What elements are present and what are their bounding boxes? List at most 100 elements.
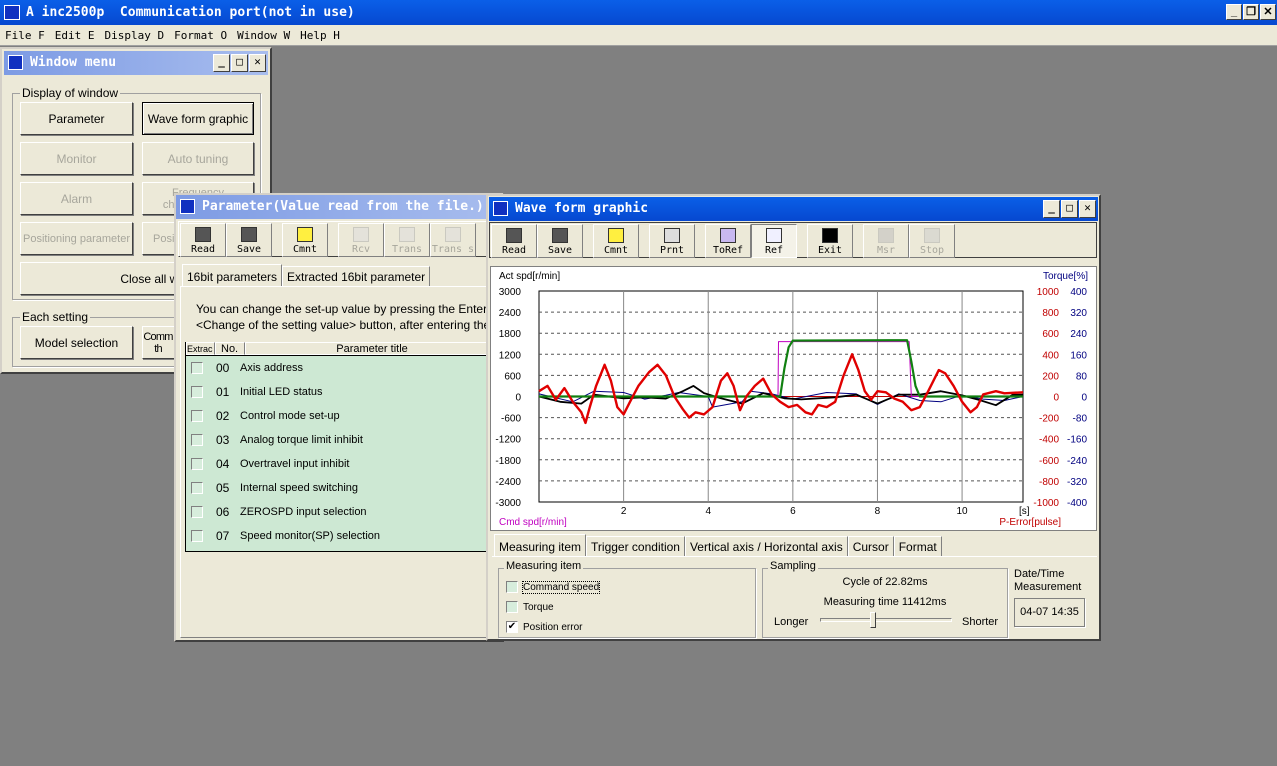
ref-button[interactable]: Ref (751, 224, 797, 258)
column-parameter-title[interactable]: Parameter title (245, 342, 499, 355)
tab-vertical-axis-horizontal-axis[interactable]: Vertical axis / Horizontal axis (684, 536, 848, 557)
restore-button[interactable]: ❐ (1243, 4, 1259, 20)
window-icon (180, 199, 195, 214)
extract-checkbox[interactable] (191, 410, 203, 422)
measuring-item[interactable]: Torque (506, 597, 599, 617)
alarm-button[interactable]: Alarm (20, 182, 133, 215)
cmnt-button[interactable]: Cmnt (282, 223, 328, 257)
pulse-tick-label: -600 (1039, 456, 1059, 467)
toref-button[interactable]: ToRef (705, 224, 751, 258)
read-button[interactable]: Read (491, 224, 537, 258)
tab-measuring-item[interactable]: Measuring item (494, 534, 587, 557)
maximize-button[interactable]: □ (231, 54, 248, 72)
speed-tick-label: -3000 (495, 498, 521, 509)
positioning-parameter-button[interactable]: Positioning parameter (20, 222, 133, 255)
parameter-title: Parameter(Value read from the file.) (202, 199, 484, 214)
column-extract[interactable]: Extrac (186, 342, 215, 355)
measuring-item[interactable]: Command speed (506, 577, 601, 597)
extract-checkbox[interactable] (191, 482, 203, 494)
measuring-item-label: Torque (523, 601, 554, 613)
save-button[interactable]: Save (226, 223, 272, 257)
column-no[interactable]: No. (215, 342, 245, 355)
parameter-list: Extrac No. Parameter title 00 Axis addres… (185, 342, 500, 552)
parameter-title: Analog torque limit inhibit (240, 434, 363, 446)
sampling-slider-thumb[interactable] (870, 612, 877, 628)
extract-checkbox[interactable] (191, 530, 203, 542)
tab-extracted-16bit-parameter[interactable]: Extracted 16bit parameter (282, 266, 431, 287)
extract-checkbox[interactable] (191, 458, 203, 470)
list-item[interactable]: 01 Initial LED status (186, 380, 499, 404)
parameter-number: 02 (216, 409, 230, 423)
read-button[interactable]: Read (180, 223, 226, 257)
trans-s-button[interactable]: Trans s (430, 223, 476, 257)
group-label: Each setting (20, 310, 91, 324)
x-tick-label: 8 (875, 506, 881, 517)
x-tick-label: 4 (705, 506, 711, 517)
longer-label: Longer (774, 616, 809, 628)
stop-button[interactable]: Stop (909, 224, 955, 258)
communication-button-label: Comm th (143, 330, 173, 355)
close-button[interactable]: ✕ (1260, 4, 1276, 20)
tab-cursor[interactable]: Cursor (847, 536, 894, 557)
extract-checkbox[interactable] (191, 506, 203, 518)
prnt-button[interactable]: Prnt (649, 224, 695, 258)
monitor-button[interactable]: Monitor (20, 142, 133, 175)
waveform-chart[interactable]: 3000 1000 4002400 800 3201800 600 2401200 400 16… (490, 266, 1097, 531)
wave-form-graphic-button[interactable]: Wave form graphic (142, 102, 254, 135)
extract-checkbox[interactable] (191, 362, 203, 374)
extract-checkbox[interactable] (191, 434, 203, 446)
maximize-button[interactable]: □ (1061, 200, 1078, 218)
torque-tick-label: -160 (1067, 435, 1087, 446)
list-header: Extrac No. Parameter title (186, 342, 499, 356)
menu-help[interactable]: Help H (300, 29, 340, 42)
menu-file[interactable]: File F (5, 29, 45, 42)
list-item[interactable]: 07 Speed monitor(SP) selection (186, 524, 499, 548)
list-item[interactable]: 03 Analog torque limit inhibit (186, 428, 499, 452)
rcv-button[interactable]: Rcv (338, 223, 384, 257)
floppy-icon (195, 227, 211, 242)
measuring-item-checkbox[interactable] (506, 581, 518, 593)
wave-toolbar: Read Save Cmnt Prnt ToRef Ref Exit Msr Stop (489, 222, 1097, 258)
measuring-item-label: Command speed (521, 580, 601, 594)
measuring-item-checkbox[interactable] (506, 601, 518, 613)
extract-checkbox[interactable] (191, 386, 203, 398)
exit-button[interactable]: Exit (807, 224, 853, 258)
torque-tick-label: -80 (1073, 414, 1088, 425)
close-button[interactable]: ✕ (1079, 200, 1096, 218)
model-selection-button[interactable]: Model selection (20, 326, 133, 359)
minimize-button[interactable]: _ (1226, 4, 1242, 20)
speed-tick-label: 1200 (499, 350, 522, 361)
list-item[interactable]: 02 Control mode set-up (186, 404, 499, 428)
auto-tuning-button[interactable]: Auto tuning (142, 142, 254, 175)
menu-window[interactable]: Window W (237, 29, 290, 42)
tab-16bit-parameters[interactable]: 16bit parameters (182, 264, 283, 287)
menu-format[interactable]: Format O (174, 29, 227, 42)
menu-edit[interactable]: Edit E (55, 29, 95, 42)
parameter-button[interactable]: Parameter (20, 102, 133, 135)
list-item[interactable]: 04 Overtravel input inhibit (186, 452, 499, 476)
window-icon (493, 201, 508, 216)
list-item[interactable]: 00 Axis address (186, 356, 499, 380)
list-item[interactable]: 05 Internal speed switching (186, 476, 499, 500)
msr-button[interactable]: Msr (863, 224, 909, 258)
p-error-axis-label: P-Error[pulse] (999, 517, 1061, 528)
tab-trigger-condition[interactable]: Trigger condition (586, 536, 685, 557)
menu-display[interactable]: Display D (105, 29, 165, 42)
parameter-number: 05 (216, 481, 230, 495)
close-button[interactable]: ✕ (249, 54, 266, 72)
measuring-item-checkbox[interactable]: ✔ (506, 621, 518, 633)
save-button[interactable]: Save (537, 224, 583, 258)
wave-tabs: Measuring item Trigger condition Vertical … (494, 534, 942, 557)
sampling-slider-track[interactable] (820, 618, 952, 622)
minimize-button[interactable]: _ (1043, 200, 1060, 218)
trans-button[interactable]: Trans (384, 223, 430, 257)
app-title: A inc2500p Communication port(not in use… (26, 5, 355, 20)
app-icon (4, 5, 20, 20)
floppy-icon (552, 228, 568, 243)
wave-title-bar: Wave form graphic _ □ ✕ (489, 197, 1098, 221)
minimize-button[interactable]: _ (213, 54, 230, 72)
tab-format[interactable]: Format (893, 536, 942, 557)
list-item[interactable]: 06 ZEROSPD input selection (186, 500, 499, 524)
cmnt-button[interactable]: Cmnt (593, 224, 639, 258)
measuring-item[interactable]: ✔ Position error (506, 617, 599, 637)
